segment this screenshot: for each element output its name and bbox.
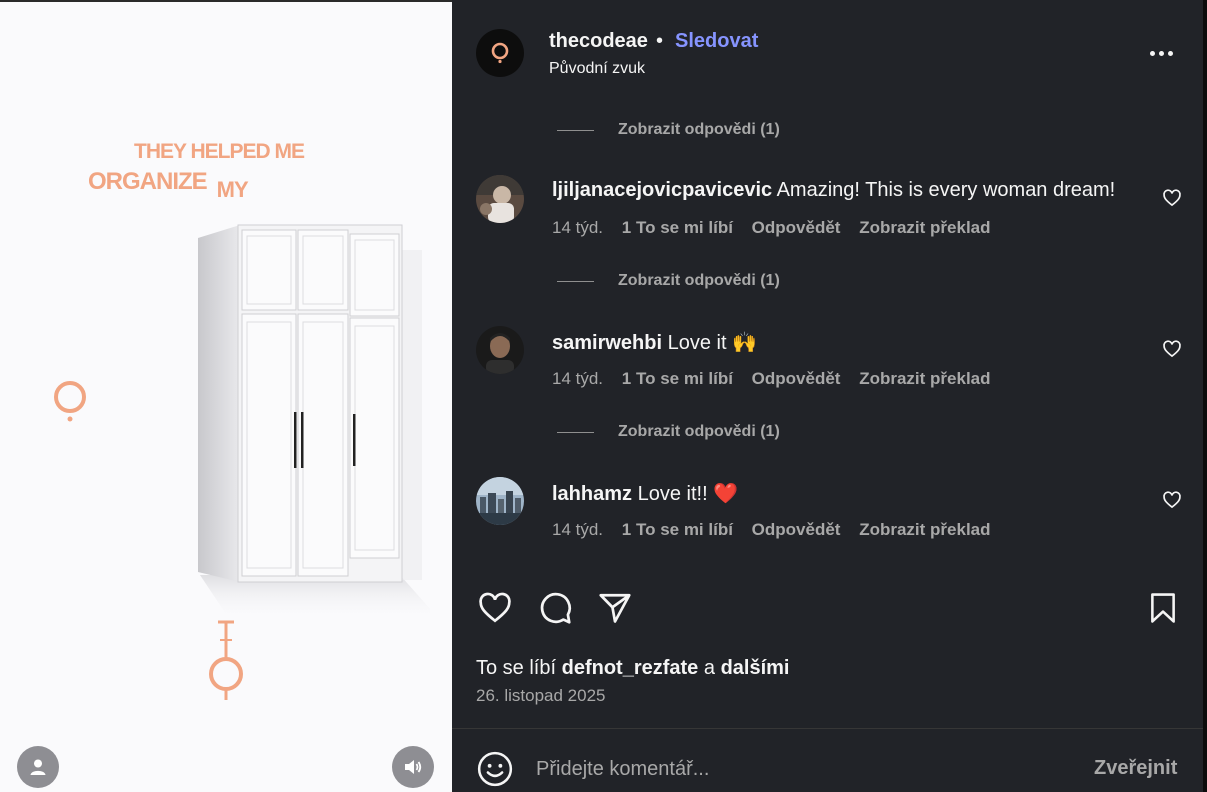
reply-button[interactable]: Odpovědět xyxy=(752,218,841,237)
comment-meta: 14 týd. 1 To se mi líbí Odpovědět Zobraz… xyxy=(552,218,1005,238)
comment-body: Love it 🙌 xyxy=(667,332,757,354)
author-avatar[interactable] xyxy=(476,29,524,77)
window-edge xyxy=(1203,0,1207,792)
comment-item: lahhamz Love it!! ❤️ 14 týd. 1 To se mi … xyxy=(476,477,1181,547)
heart-icon[interactable] xyxy=(1162,188,1182,208)
comment-age: 14 týd. xyxy=(552,218,604,237)
translate-button[interactable]: Zobrazit překlad xyxy=(859,520,990,539)
likes-conjunction: a xyxy=(703,657,715,679)
comment-username[interactable]: lahhamz xyxy=(552,483,632,505)
video-caption-line1: THEY HELPED ME xyxy=(134,140,305,163)
avatar-photo xyxy=(476,326,524,374)
paper-plane-icon xyxy=(599,593,631,623)
replies-line xyxy=(557,431,594,433)
post-header: thecodeae • Sledovat Původní zvuk xyxy=(452,0,1203,108)
comment-body: Amazing! This is every woman dream! xyxy=(776,179,1116,201)
view-replies-label: Zobrazit odpovědi (1) xyxy=(618,121,780,138)
sound-toggle-button[interactable] xyxy=(392,746,434,788)
comment-likes[interactable]: 1 To se mi líbí xyxy=(622,218,733,237)
reel-video[interactable]: THEY HELPED ME ORGANIZE MY xyxy=(0,0,452,792)
post-date[interactable]: 26. listopad 2025 xyxy=(476,686,606,706)
separator-dot: • xyxy=(656,30,664,52)
person-icon xyxy=(30,759,46,775)
video-caption-word: ORGANIZE xyxy=(88,168,208,195)
heart-icon[interactable] xyxy=(1162,490,1182,510)
comment-meta: 14 týd. 1 To se mi líbí Odpovědět Zobraz… xyxy=(552,369,1005,389)
more-options-button[interactable] xyxy=(1146,38,1176,68)
save-button[interactable] xyxy=(1143,588,1183,628)
top-border xyxy=(0,0,452,2)
comment-text: samirwehbi Love it 🙌 xyxy=(552,330,757,355)
translate-button[interactable]: Zobrazit překlad xyxy=(859,218,990,237)
view-replies-button[interactable]: Zobrazit odpovědi (1) xyxy=(557,420,780,444)
comment-likes[interactable]: 1 To se mi líbí xyxy=(622,369,733,388)
view-replies-label: Zobrazit odpovědi (1) xyxy=(618,272,780,289)
avatar-photo xyxy=(476,175,524,223)
bookmark-icon xyxy=(1151,593,1175,623)
replies-line xyxy=(557,129,594,131)
liked-by-user[interactable]: defnot_rezfate xyxy=(562,657,699,679)
speaker-icon xyxy=(405,760,422,774)
video-caption-word-suffix: MY xyxy=(216,177,249,202)
comment-bubble-icon xyxy=(540,592,571,624)
comment-likes[interactable]: 1 To se mi líbí xyxy=(622,520,733,539)
likes-prefix: To se líbí xyxy=(476,657,557,679)
share-button[interactable] xyxy=(595,588,635,628)
comment-item: samirwehbi Love it 🙌 14 týd. 1 To se mi … xyxy=(476,326,1181,396)
wardrobe-image xyxy=(198,224,430,620)
reply-button[interactable]: Odpovědět xyxy=(752,520,841,539)
view-replies-button[interactable]: Zobrazit odpovědi (1) xyxy=(557,118,780,142)
comment-body: Love it!! ❤️ xyxy=(637,483,739,505)
post-details-panel: thecodeae • Sledovat Původní zvuk Zobraz… xyxy=(452,0,1203,792)
comment-age: 14 týd. xyxy=(552,369,604,388)
tagged-users-button[interactable] xyxy=(17,746,59,788)
comment-text: ljiljanacejovicpavicevic Amazing! This i… xyxy=(552,179,1115,202)
reply-button[interactable]: Odpovědět xyxy=(752,369,841,388)
view-replies-button[interactable]: Zobrazit odpovědi (1) xyxy=(557,269,780,293)
comment-username[interactable]: samirwehbi xyxy=(552,332,662,354)
decorative-ring-icon xyxy=(54,381,86,422)
audio-link[interactable]: Původní zvuk xyxy=(549,60,645,78)
view-replies-label: Zobrazit odpovědi (1) xyxy=(618,423,780,440)
follow-button[interactable]: Sledovat xyxy=(675,30,758,53)
comment-composer: Zveřejnit xyxy=(452,740,1203,792)
heart-icon[interactable] xyxy=(1162,339,1182,359)
comment-text: lahhamz Love it!! ❤️ xyxy=(552,481,738,506)
comment-item: ljiljanacejovicpavicevic Amazing! This i… xyxy=(476,175,1181,245)
more-horizontal-icon-dot xyxy=(1167,50,1173,56)
comment-input[interactable] xyxy=(536,754,1056,784)
author-username[interactable]: thecodeae xyxy=(549,30,648,53)
comment-meta: 14 týd. 1 To se mi líbí Odpovědět Zobraz… xyxy=(552,520,1005,540)
more-horizontal-icon-dot xyxy=(1158,50,1164,56)
replies-line xyxy=(557,280,594,282)
heart-icon xyxy=(479,592,511,623)
commenter-avatar[interactable] xyxy=(476,175,524,223)
translate-button[interactable]: Zobrazit překlad xyxy=(859,369,990,388)
liked-by-others[interactable]: dalšími xyxy=(721,657,790,679)
like-button[interactable] xyxy=(475,588,515,628)
divider xyxy=(452,728,1203,729)
video-caption-line2: ORGANIZE MY xyxy=(88,168,249,202)
post-actions xyxy=(452,588,1203,638)
avatar-photo xyxy=(476,477,524,525)
decorative-ring-key-icon xyxy=(209,620,243,700)
commenter-avatar[interactable] xyxy=(476,326,524,374)
comment-age: 14 týd. xyxy=(552,520,604,539)
commenter-avatar[interactable] xyxy=(476,477,524,525)
brand-logo-icon xyxy=(491,42,509,64)
likes-summary: To se líbí defnot_rezfate a dalšími xyxy=(476,657,789,680)
emoji-icon[interactable] xyxy=(476,750,514,788)
comment-button[interactable] xyxy=(535,588,575,628)
post-comment-button[interactable]: Zveřejnit xyxy=(1094,757,1177,780)
more-horizontal-icon xyxy=(1149,50,1155,56)
comment-username[interactable]: ljiljanacejovicpavicevic xyxy=(552,179,772,201)
